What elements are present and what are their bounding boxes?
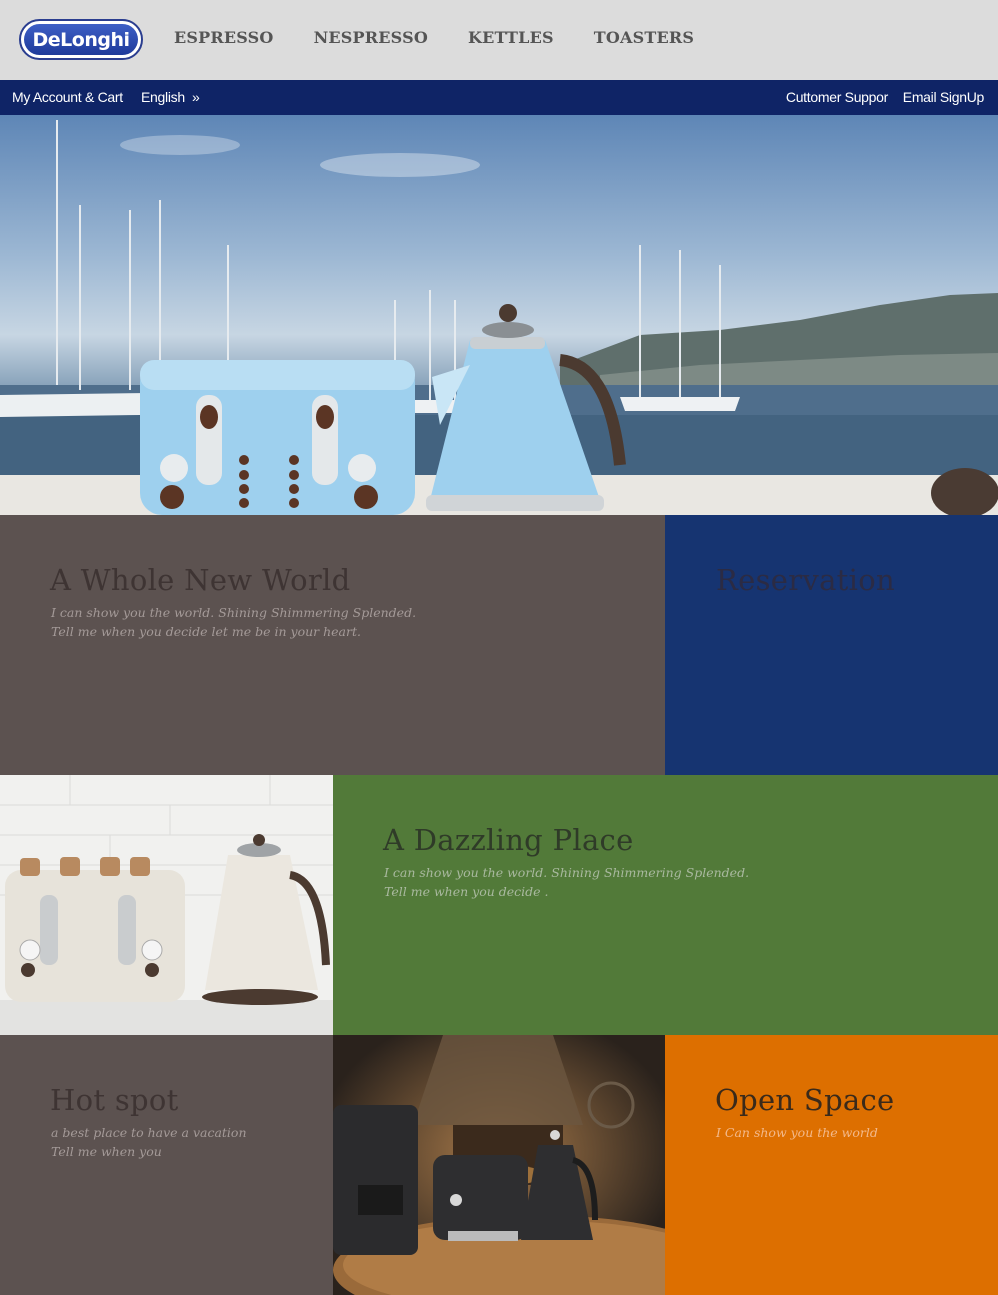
nav-item-espresso[interactable]: ESPRESSO	[174, 28, 274, 47]
customer-support-link[interactable]: Cuttomer Suppor	[786, 89, 888, 105]
tile-line-1: I can show you the world. Shining Shimme…	[384, 865, 750, 880]
nav-item-kettles[interactable]: KETTLES	[468, 28, 554, 47]
tile-image-black-appliances	[333, 1035, 665, 1295]
tile-whole-new-world[interactable]: A Whole New World I can show you the wor…	[0, 515, 665, 775]
tile-line-1: I Can show you the world	[716, 1125, 878, 1140]
tile-description: I Can show you the world	[716, 1123, 878, 1142]
tile-image-white-appliances	[0, 775, 333, 1035]
tile-description: a best place to have a vacation Tell me w…	[51, 1123, 247, 1161]
brand-logo[interactable]: DeLonghi	[19, 19, 143, 60]
hero-image	[0, 120, 998, 515]
tile-line-1: I can show you the world. Shining Shimme…	[51, 605, 417, 620]
tile-hot-spot[interactable]: Hot spot a best place to have a vacation…	[0, 1035, 333, 1295]
utility-bar: My Account & Cart English » Cuttomer Sup…	[0, 80, 998, 115]
white-appliances-photo	[0, 775, 333, 1035]
header: DeLonghi ESPRESSO NESPRESSO KETTLES TOAS…	[0, 0, 998, 80]
nav-item-nespresso[interactable]: NESPRESSO	[314, 28, 428, 47]
logo-badge: DeLonghi	[24, 24, 138, 55]
tile-reservation[interactable]: Reservation	[665, 515, 998, 775]
tile-title: Reservation	[716, 563, 895, 597]
logo-text: DeLonghi	[32, 28, 130, 51]
tile-dazzling-place[interactable]: A Dazzling Place I can show you the worl…	[333, 775, 998, 1035]
tile-description: I can show you the world. Shining Shimme…	[51, 603, 416, 641]
account-cart-link[interactable]: My Account & Cart	[12, 89, 123, 105]
tile-line-2: Tell me when you decide .	[384, 884, 549, 899]
tile-title: Hot spot	[50, 1083, 179, 1117]
language-selector[interactable]: English	[141, 89, 185, 105]
tile-line-2: Tell me when you decide let me be in you…	[51, 624, 361, 639]
tile-line-2: Tell me when you	[51, 1144, 162, 1159]
main-nav: ESPRESSO NESPRESSO KETTLES TOASTERS	[174, 28, 734, 47]
tile-title: Open Space	[715, 1083, 895, 1117]
double-chevron-right-icon[interactable]: »	[192, 89, 200, 105]
tile-open-space[interactable]: Open Space I Can show you the world	[665, 1035, 998, 1295]
black-appliances-photo	[333, 1035, 665, 1295]
tile-title: A Whole New World	[50, 563, 351, 597]
tile-description: I can show you the world. Shining Shimme…	[384, 863, 749, 901]
hero-banner	[0, 115, 998, 515]
tile-line-1: a best place to have a vacation	[51, 1125, 247, 1140]
email-signup-link[interactable]: Email SignUp	[903, 89, 985, 105]
nav-item-toasters[interactable]: TOASTERS	[594, 28, 694, 47]
tile-title: A Dazzling Place	[383, 823, 634, 857]
